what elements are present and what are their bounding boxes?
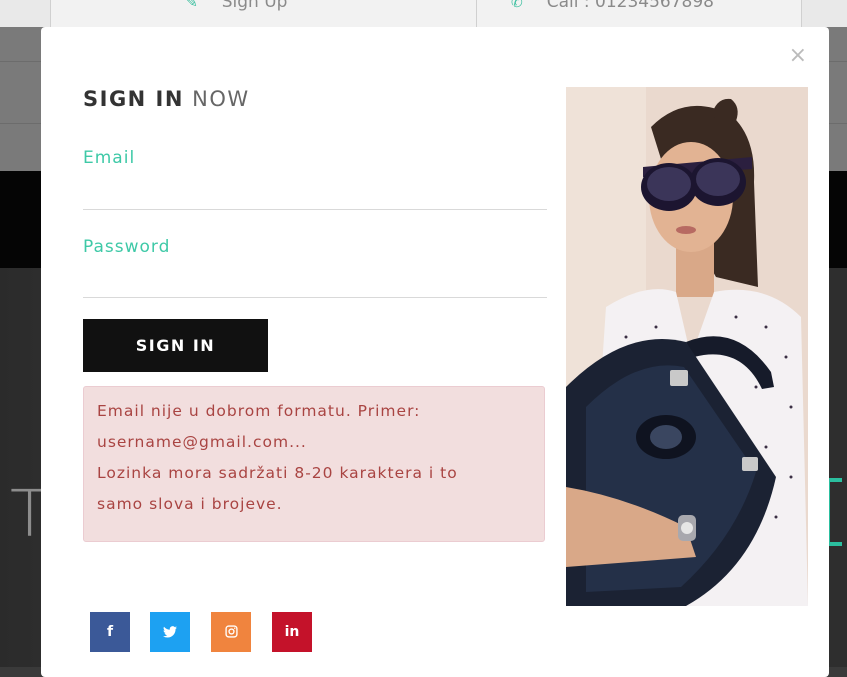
call-link[interactable]: ✆ Call : 01234567898: [511, 0, 714, 12]
error-alert: Email nije u dobrom formatu. Primer: use…: [83, 386, 545, 542]
background-topbar: ✎ Sign Up ✆ Call : 01234567898: [0, 0, 847, 27]
password-field[interactable]: [83, 267, 551, 297]
email-underline: [83, 209, 547, 210]
email-field[interactable]: [83, 179, 551, 209]
signup-icon: ✎: [186, 0, 198, 11]
call-label: Call : 01234567898: [546, 0, 714, 12]
signin-modal: × SIGN IN NOW Email Password SIGN IN Ema…: [41, 27, 829, 677]
signin-button[interactable]: SIGN IN: [83, 319, 268, 372]
signup-label: Sign Up: [221, 0, 288, 12]
instagram-icon[interactable]: [211, 612, 251, 652]
topbar-divider: [476, 0, 477, 27]
error-line: Lozinka mora sadržati 8-20 karaktera i t…: [97, 464, 458, 482]
error-line: username@gmail.com...: [97, 433, 307, 451]
phone-icon: ✆: [511, 0, 523, 11]
error-line: samo slova i brojeve.: [97, 495, 283, 513]
title-bold: SIGN IN: [83, 87, 184, 111]
password-label: Password: [83, 237, 171, 257]
email-label: Email: [83, 148, 136, 168]
model-photo: [566, 87, 808, 606]
error-line: Email nije u dobrom formatu. Primer:: [97, 402, 421, 420]
linkedin-icon[interactable]: in: [272, 612, 312, 652]
title-light: NOW: [192, 87, 250, 111]
close-icon[interactable]: ×: [789, 45, 807, 67]
facebook-icon[interactable]: f: [90, 612, 130, 652]
background-topbar-inner: ✎ Sign Up ✆ Call : 01234567898: [50, 0, 802, 27]
password-underline: [83, 297, 547, 298]
modal-title: SIGN IN NOW: [83, 87, 250, 111]
twitter-icon[interactable]: [150, 612, 190, 652]
signup-link[interactable]: ✎ Sign Up: [186, 0, 287, 12]
